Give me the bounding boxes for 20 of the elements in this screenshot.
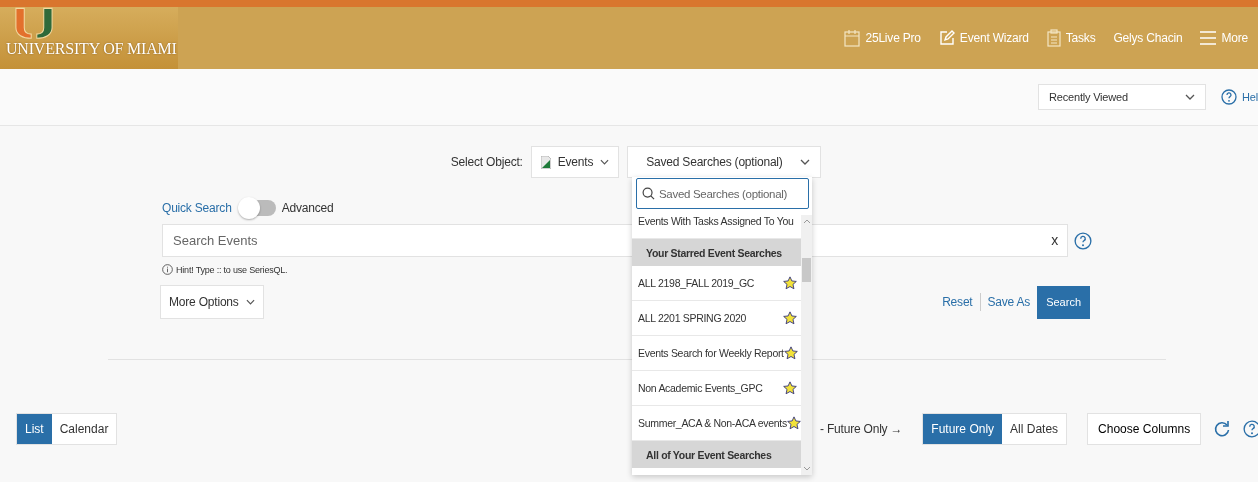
clear-button[interactable]: x: [1051, 232, 1058, 248]
view-tab[interactable]: List: [17, 414, 52, 444]
more-options-button[interactable]: More Options: [160, 285, 264, 319]
group-header: Your Starred Event Searches: [632, 239, 801, 266]
date-range-label: - Future Only →: [820, 422, 903, 436]
reset-link[interactable]: Reset: [942, 295, 973, 309]
quick-search-label: Quick Search: [162, 201, 232, 215]
group-header: All of Your Event Searches: [632, 441, 801, 468]
save-as-link[interactable]: Save As: [987, 295, 1031, 309]
saved-searches-select[interactable]: Saved Searches (optional): [627, 146, 822, 178]
saved-search-field[interactable]: Saved Searches (optional): [636, 178, 809, 209]
recently-viewed-select[interactable]: Recently Viewed: [1038, 84, 1207, 110]
choose-columns-button[interactable]: Choose Columns: [1087, 413, 1202, 445]
select-object-label: Select Object:: [450, 155, 523, 169]
advanced-label: Advanced: [281, 201, 334, 215]
object-select[interactable]: Events: [530, 146, 620, 178]
search-button[interactable]: Search: [1037, 285, 1090, 319]
hint-text: Hint! Type :: to use SeriesQL.: [176, 264, 288, 275]
date-filter-tab[interactable]: Future Only: [923, 414, 1003, 444]
help-link[interactable]: Hel: [1242, 91, 1258, 103]
